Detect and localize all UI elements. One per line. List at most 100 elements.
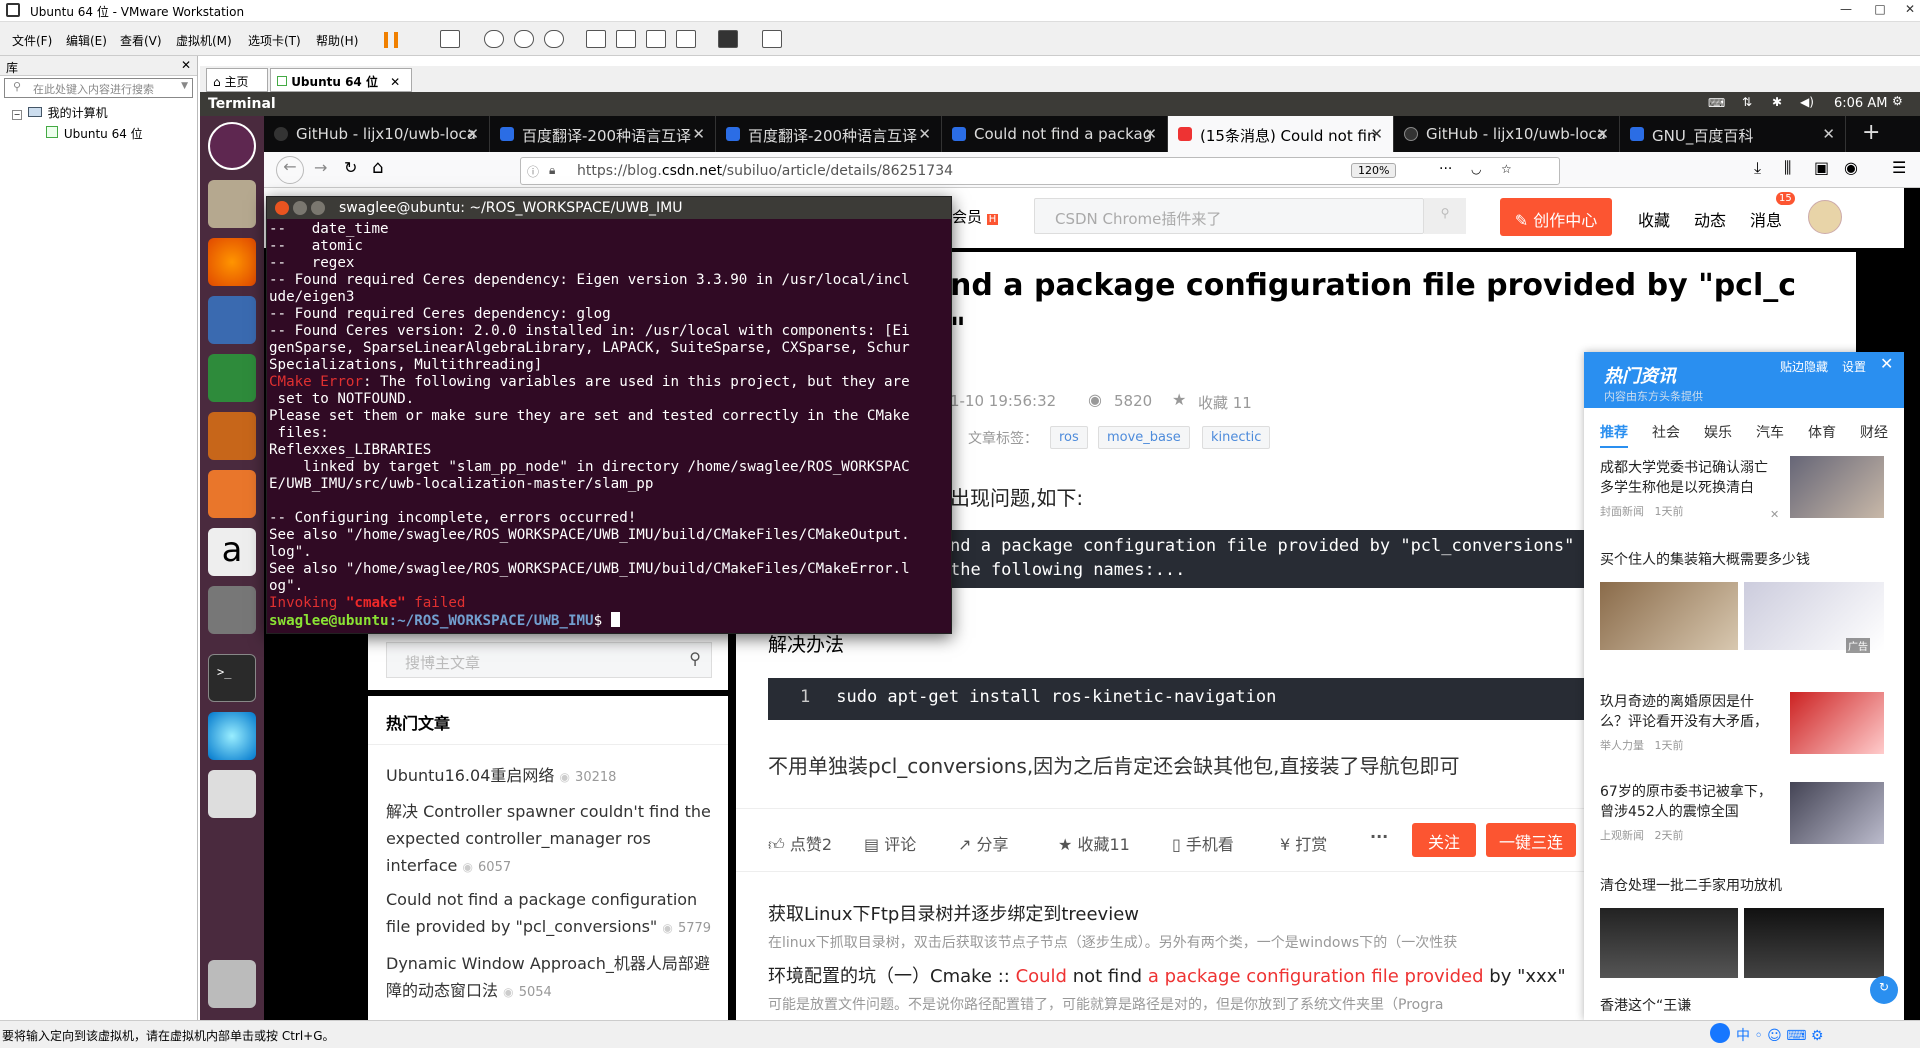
mobile-view-button[interactable]: ▯ 手机看 bbox=[1172, 831, 1234, 855]
ubuntu-dash-icon[interactable] bbox=[208, 122, 256, 170]
browser-tab[interactable]: Could not find a packag ✕ bbox=[942, 116, 1168, 152]
tag-move-base[interactable]: move_base bbox=[1098, 426, 1190, 449]
comment-button[interactable]: ▤ 评论 bbox=[864, 831, 916, 855]
maximize-icon[interactable]: □ bbox=[1866, 2, 1894, 20]
avatar[interactable] bbox=[1808, 200, 1842, 234]
news-ad-image[interactable] bbox=[1600, 582, 1738, 650]
favorite-count[interactable]: 收藏 11 bbox=[1198, 392, 1252, 413]
keyboard-icon[interactable]: ⌨ bbox=[1708, 96, 1725, 110]
close-icon[interactable]: ✕ bbox=[1896, 2, 1920, 20]
clock[interactable]: 6:06 AM bbox=[1834, 96, 1887, 111]
terminal-prompt[interactable]: swaglee@ubuntu:~/ROS_WORKSPACE/UWB_IMU$ bbox=[269, 612, 949, 630]
new-tab-icon[interactable]: + bbox=[1862, 120, 1880, 145]
tab-close-icon[interactable]: ✕ bbox=[692, 125, 705, 143]
terminal-title-bar[interactable]: swaglee@ubuntu: ~/ROS_WORKSPACE/UWB_IMU bbox=[267, 197, 951, 219]
sidebar-icon[interactable]: ▣ bbox=[1814, 158, 1829, 177]
url-bar[interactable]: ⓘ 🔒︎ https://blog.csdn.net/subiluo/artic… bbox=[520, 157, 1560, 185]
news-tab-entertainment[interactable]: 娱乐 bbox=[1704, 422, 1732, 442]
news-item[interactable]: 买个住人的集装箱大概需要多少钱 bbox=[1600, 550, 1890, 570]
create-center-button[interactable]: ✎ 创作中心 bbox=[1500, 198, 1612, 236]
blog-search-input[interactable]: 搜博主文章 ⚲ bbox=[386, 642, 712, 678]
follow-button[interactable]: 关注 bbox=[1412, 823, 1476, 857]
csdn-search-button[interactable]: ⚲ bbox=[1424, 198, 1466, 234]
browser-tab[interactable]: 百度翻译-200种语言互译 ✕ bbox=[716, 116, 942, 152]
nav-favorites[interactable]: 收藏 bbox=[1638, 207, 1670, 231]
hide-button[interactable]: 贴边隐藏 bbox=[1780, 358, 1828, 375]
dropdown-arrow-icon[interactable]: ▼ bbox=[181, 81, 188, 91]
news-ad-image[interactable] bbox=[1744, 908, 1884, 978]
terminal-output[interactable]: -- date_time -- atomic -- regex -- Found re… bbox=[267, 219, 951, 632]
bookmark-star-icon[interactable]: ☆ bbox=[1501, 162, 1512, 176]
reward-button[interactable]: ¥ 打赏 bbox=[1280, 831, 1327, 855]
maximize-icon[interactable] bbox=[311, 201, 325, 215]
news-thumbnail[interactable] bbox=[1790, 456, 1884, 518]
news-item[interactable]: 成都大学党委书记确认溺亡 多学生称他是以死换清白 封面新闻 1天前 bbox=[1600, 458, 1780, 522]
dismiss-icon[interactable]: ✕ bbox=[1770, 508, 1779, 521]
tab-close-icon[interactable]: ✕ bbox=[466, 125, 479, 143]
files-icon[interactable] bbox=[208, 180, 256, 228]
amazon-icon[interactable]: a bbox=[208, 528, 256, 576]
news-tab-sports[interactable]: 体育 bbox=[1808, 422, 1836, 442]
menu-edit[interactable]: 编辑(E) bbox=[66, 32, 107, 49]
hot-article[interactable]: 解决 Controller spawner couldn't find the … bbox=[386, 798, 716, 881]
unity-icon[interactable] bbox=[676, 30, 696, 48]
library-search-input[interactable]: ⚲ 在此处键入内容进行搜索 ▼ bbox=[4, 78, 193, 98]
collapse-icon[interactable]: − bbox=[12, 110, 22, 120]
hot-article-title[interactable]: Ubuntu16.04重启网络 bbox=[386, 766, 554, 785]
news-item-title[interactable]: 清仓处理一批二手家用功放机 bbox=[1600, 876, 1890, 896]
csdn-search-input[interactable]: CSDN Chrome插件来了 bbox=[1034, 198, 1424, 234]
triple-action-button[interactable]: 一键三连 bbox=[1486, 823, 1576, 857]
news-item-title[interactable]: 67岁的原市委书记被拿下，曾涉452人的震惊全国 bbox=[1600, 782, 1780, 822]
hot-article[interactable]: Ubuntu16.04重启网络 ◉ 30218 bbox=[386, 762, 716, 791]
favorite-star-icon[interactable]: ★ bbox=[1172, 390, 1186, 409]
news-tab-recommend[interactable]: 推荐 bbox=[1600, 422, 1628, 448]
library-icon[interactable]: ⫼ bbox=[1784, 158, 1791, 178]
hot-article-title[interactable]: Could not find a package configuration f… bbox=[386, 890, 697, 936]
thumbnail-icon[interactable] bbox=[616, 30, 636, 48]
tab-close-icon[interactable]: ✕ bbox=[1596, 125, 1609, 143]
tag-kinectic[interactable]: kinectic bbox=[1202, 426, 1271, 449]
terminal-window[interactable]: swaglee@ubuntu: ~/ROS_WORKSPACE/UWB_IMU … bbox=[266, 196, 952, 634]
tree-vm-item[interactable]: Ubuntu 64 位 bbox=[46, 125, 197, 142]
revert-snapshot-icon[interactable] bbox=[514, 30, 534, 48]
news-ad-image[interactable] bbox=[1600, 908, 1738, 978]
news-item-title[interactable]: 成都大学党委书记确认溺亡 多学生称他是以死换清白 bbox=[1600, 458, 1780, 498]
pause-icon[interactable] bbox=[384, 32, 398, 48]
collect-button[interactable]: ★ 收藏11 bbox=[1058, 831, 1130, 855]
input-method-icon[interactable] bbox=[1710, 1023, 1730, 1043]
blog-search-box[interactable]: 搜博主文章 ⚲ bbox=[368, 630, 728, 690]
news-item-title[interactable]: 买个住人的集装箱大概需要多少钱 bbox=[1600, 550, 1890, 570]
volume-icon[interactable]: ◀) bbox=[1800, 95, 1814, 109]
news-item-title[interactable]: 玖月奇迹的离婚原因是什么？评论看开没有大矛盾， bbox=[1600, 692, 1780, 732]
news-item-title[interactable]: 香港这个“王谦 bbox=[1600, 996, 1890, 1016]
zoom-badge[interactable]: 120% bbox=[1351, 163, 1397, 178]
text-editor-icon[interactable] bbox=[208, 770, 256, 818]
tab-close-icon[interactable]: ✕ bbox=[918, 125, 931, 143]
browser-tab[interactable]: GNU_百度百科 ✕ bbox=[1620, 116, 1846, 152]
news-item[interactable]: 67岁的原市委书记被拿下，曾涉452人的震惊全国 上观新闻 2天前 bbox=[1600, 782, 1780, 846]
sidebar-toggle-icon[interactable] bbox=[586, 30, 606, 48]
news-thumbnail[interactable] bbox=[1790, 692, 1884, 754]
search-icon[interactable]: ⚲ bbox=[689, 649, 701, 668]
nav-messages[interactable]: 消息 bbox=[1750, 207, 1782, 231]
snapshot-icon[interactable] bbox=[484, 30, 504, 48]
impress-icon[interactable] bbox=[208, 412, 256, 460]
download-icon[interactable]: ⤓ bbox=[1754, 158, 1761, 178]
snapshot-manager-icon[interactable] bbox=[544, 30, 564, 48]
news-close-icon[interactable]: ✕ bbox=[1880, 354, 1893, 373]
tab-close-icon[interactable]: ✕ bbox=[1822, 125, 1835, 143]
tray-icons[interactable]: 中 ◦ ☺ ⌨ ⚙ bbox=[1736, 1025, 1823, 1045]
hot-article[interactable]: Dynamic Window Approach_机器人局部避障的动态窗口法 ◉ … bbox=[386, 950, 716, 1006]
forward-icon[interactable]: → bbox=[314, 158, 327, 177]
info-icon[interactable]: ⓘ bbox=[527, 163, 539, 180]
menu-file[interactable]: 文件(F) bbox=[12, 32, 52, 49]
news-thumbnail[interactable] bbox=[1790, 782, 1884, 844]
firefox-icon[interactable] bbox=[208, 238, 256, 286]
stretch-icon[interactable] bbox=[762, 30, 782, 48]
tab-close-icon[interactable]: ✕ bbox=[390, 75, 400, 89]
refresh-icon[interactable]: ↻ bbox=[1870, 976, 1898, 1004]
trash-icon[interactable] bbox=[208, 960, 256, 1008]
writer-icon[interactable] bbox=[208, 296, 256, 344]
news-tab-finance[interactable]: 财经 bbox=[1860, 422, 1888, 442]
calc-icon[interactable] bbox=[208, 354, 256, 402]
